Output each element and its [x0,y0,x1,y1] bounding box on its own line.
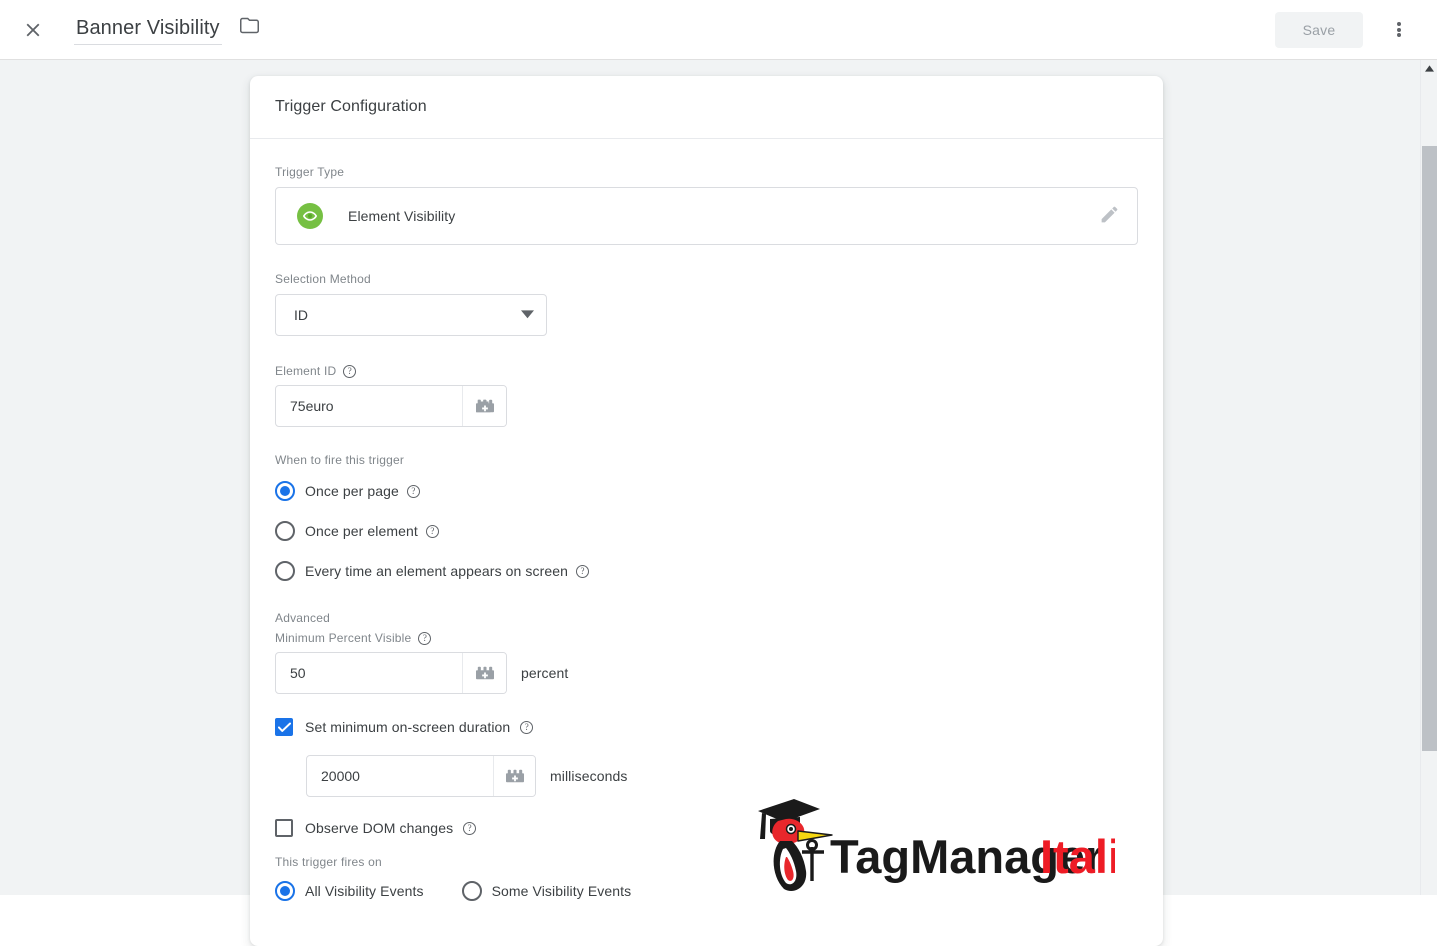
more-options-button[interactable] [1379,10,1419,50]
card-header: Trigger Configuration [250,76,1163,139]
top-app-bar: Banner Visibility Save [0,0,1437,60]
element-id-label-row: Element ID ? [275,364,1138,378]
radio-once-per-element-label: Once per element [305,523,418,539]
element-visibility-eye-icon [297,203,323,229]
variable-picker-icon[interactable] [462,386,506,426]
top-bar-actions: Save [1275,10,1437,50]
element-id-input[interactable] [276,386,462,426]
radio-indicator [275,881,295,901]
variable-picker-icon[interactable] [493,756,535,796]
save-button[interactable]: Save [1275,11,1363,48]
element-id-label: Element ID [275,364,337,378]
min-percent-visible-unit: percent [521,665,569,681]
help-icon[interactable]: ? [406,484,420,498]
min-onscreen-duration-label: Set minimum on-screen duration [305,719,511,735]
help-icon[interactable]: ? [418,631,432,645]
radio-once-per-page[interactable]: Once per page ? [275,471,1138,511]
trigger-type-label: Trigger Type [275,165,345,179]
card-body: Trigger Type Element Visibility Selectio… [250,139,1163,911]
radio-some-visibility-events[interactable]: Some Visibility Events [461,871,632,911]
help-icon[interactable]: ? [520,720,534,734]
trigger-name-input[interactable]: Banner Visibility [74,15,222,45]
fires-on-label: This trigger fires on [275,855,382,869]
card-title: Trigger Configuration [275,98,427,115]
advanced-section-label: Advanced [275,611,330,625]
radio-every-time-label: Every time an element appears on screen [305,563,569,579]
fires-on-radio-group: All Visibility Events Some Visibility Ev… [275,871,1138,911]
when-to-fire-label: When to fire this trigger [275,453,405,467]
min-duration-input-shell [306,755,536,797]
help-icon[interactable]: ? [576,564,590,578]
checkbox-indicator [275,819,293,837]
checkbox-min-onscreen-duration[interactable]: Set minimum on-screen duration ? [275,708,1138,746]
page-body: Trigger Configuration Trigger Type Eleme… [0,60,1437,946]
scrollbar-thumb[interactable] [1422,146,1437,751]
help-icon[interactable]: ? [425,524,439,538]
min-percent-visible-input[interactable] [276,653,462,693]
min-percent-visible-label-row: Minimum Percent Visible ? [275,631,1138,645]
trigger-type-selector[interactable]: Element Visibility [275,187,1138,245]
folder-icon [239,15,260,41]
folder-button[interactable] [238,16,262,40]
scroll-up-arrow-icon[interactable] [1421,60,1437,77]
help-icon[interactable]: ? [343,364,357,378]
min-percent-input-shell [275,652,507,694]
more-vert-icon [1397,21,1401,39]
radio-all-visibility-events[interactable]: All Visibility Events [275,871,424,911]
radio-once-per-element[interactable]: Once per element ? [275,511,1138,551]
pencil-icon[interactable] [1099,204,1123,228]
radio-once-per-page-label: Once per page [305,483,399,499]
selection-method-label: Selection Method [275,272,371,286]
min-percent-visible-label: Minimum Percent Visible [275,631,412,645]
checkbox-indicator [275,718,293,736]
vertical-scrollbar[interactable] [1420,60,1437,895]
radio-all-visibility-events-label: All Visibility Events [305,883,424,899]
checkbox-observe-dom-changes[interactable]: Observe DOM changes ? [275,809,1138,847]
radio-some-visibility-events-label: Some Visibility Events [491,883,632,899]
min-percent-visible-group: percent [275,652,1138,694]
trigger-type-value: Element Visibility [348,208,456,224]
chevron-down-icon [521,306,534,324]
selection-method-select[interactable]: ID [275,294,547,336]
radio-indicator [275,561,295,581]
radio-every-time[interactable]: Every time an element appears on screen … [275,551,1138,591]
title-area: Banner Visibility [74,15,262,45]
element-id-input-shell [275,385,507,427]
radio-indicator [275,481,295,501]
radio-indicator [275,521,295,541]
trigger-configuration-card: Trigger Configuration Trigger Type Eleme… [250,76,1163,946]
close-button[interactable] [13,10,53,50]
close-icon [22,19,44,41]
variable-picker-icon[interactable] [462,653,506,693]
observe-dom-changes-label: Observe DOM changes [305,820,454,836]
min-onscreen-duration-input[interactable] [307,756,493,796]
min-onscreen-duration-unit: milliseconds [550,768,628,784]
radio-indicator [461,881,482,901]
min-duration-group: milliseconds [306,755,1138,797]
element-id-group [275,385,1138,427]
selection-method-value: ID [294,307,308,323]
help-icon[interactable]: ? [463,821,477,835]
